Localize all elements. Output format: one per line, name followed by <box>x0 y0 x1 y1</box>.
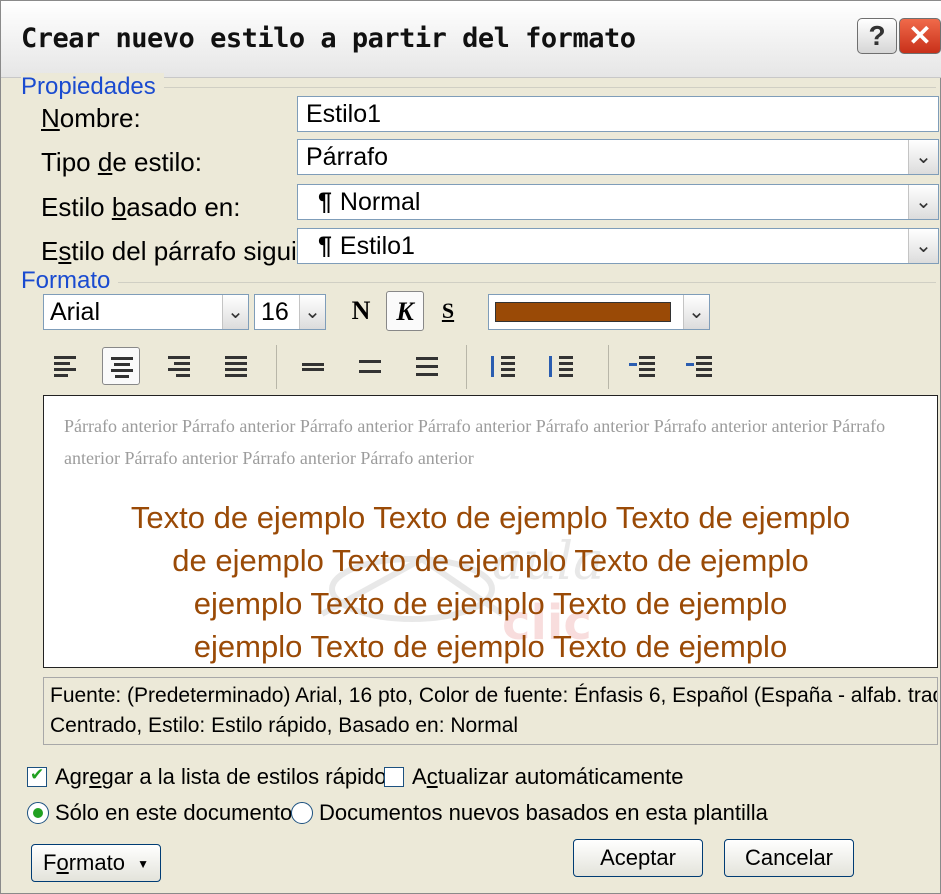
toolbar-separator <box>276 345 277 389</box>
style-type-label: Tipo de estilo: <box>41 147 202 177</box>
add-quick-styles-label[interactable]: Agregar a la lista de estilos rápidos <box>55 764 397 790</box>
one-half-spacing-icon[interactable] <box>351 347 389 385</box>
align-left-icon[interactable] <box>46 347 84 385</box>
window-title: Crear nuevo estilo a partir del formato <box>21 23 636 54</box>
justify-icon[interactable] <box>217 347 255 385</box>
toolbar-separator <box>608 345 609 389</box>
space-before-decrease-icon[interactable] <box>543 347 581 385</box>
align-right-icon[interactable] <box>160 347 198 385</box>
space-before-increase-icon[interactable] <box>485 347 523 385</box>
based-on-label: Estilo basado en: <box>41 192 241 222</box>
font-color-swatch <box>495 302 671 322</box>
format-group-label: Formato <box>21 267 119 295</box>
add-quick-styles-checkbox[interactable] <box>27 765 47 787</box>
font-color-select[interactable]: ⌄ <box>488 294 710 330</box>
chevron-down-icon[interactable]: ⌄ <box>222 295 248 329</box>
style-type-select[interactable]: Párrafo ⌄ <box>297 139 939 175</box>
format-divider <box>21 282 936 283</box>
properties-group-label: Propiedades <box>21 73 164 101</box>
dropdown-arrow-icon: ▼ <box>137 857 149 872</box>
font-size-select[interactable]: 16 ⌄ <box>254 294 326 330</box>
paragraph-mark-icon: ¶ <box>318 188 332 216</box>
sample-line: ejemplo Texto de ejemplo Texto de ejempl… <box>193 586 788 621</box>
chevron-down-icon[interactable]: ⌄ <box>908 185 938 219</box>
italic-button[interactable]: K <box>386 291 424 331</box>
sample-line: Texto de ejemplo Texto de ejemplo Texto … <box>130 500 851 535</box>
sample-line: de ejemplo Texto de ejemplo Texto de eje… <box>172 543 809 578</box>
based-on-select[interactable]: ¶ Normal ⌄ <box>297 184 939 220</box>
only-this-document-label[interactable]: Sólo en este documento <box>55 800 292 826</box>
font-size-value: 16 <box>261 298 289 326</box>
description-line: Centrado, Estilo: Estilo rápido, Basado … <box>50 714 519 737</box>
sample-text: Texto de ejemplo Texto de ejemplo Texto … <box>44 496 937 667</box>
format-menu-button[interactable]: Formato ▼ <box>31 844 161 882</box>
close-button[interactable]: ✕ <box>899 18 941 54</box>
toolbar-separator <box>466 345 467 389</box>
only-this-document-radio[interactable] <box>27 802 49 824</box>
underline-button[interactable]: S <box>429 291 467 331</box>
single-spacing-icon[interactable] <box>294 347 332 385</box>
title-bar[interactable]: Crear nuevo estilo a partir del formato … <box>1 1 941 78</box>
font-value: Arial <box>50 298 101 326</box>
decrease-indent-icon[interactable] <box>625 347 663 385</box>
align-center-icon[interactable] <box>102 347 140 385</box>
style-description: Fuente: (Predeterminado) Arial, 16 pto, … <box>43 677 938 745</box>
chevron-down-icon[interactable]: ⌄ <box>683 295 709 329</box>
next-style-value: Estilo1 <box>339 232 415 260</box>
cancel-button[interactable]: Cancelar <box>724 839 854 877</box>
bold-button[interactable]: N <box>342 291 380 331</box>
accept-button[interactable]: Aceptar <box>573 839 703 877</box>
description-line: Fuente: (Predeterminado) Arial, 16 pto, … <box>50 684 938 707</box>
next-style-select[interactable]: ¶ Estilo1 ⌄ <box>297 228 939 264</box>
chevron-down-icon[interactable]: ⌄ <box>299 295 325 329</box>
style-preview: Párrafo anterior Párrafo anterior Párraf… <box>43 395 938 668</box>
new-documents-template-label[interactable]: Documentos nuevos basados en esta planti… <box>319 800 768 826</box>
paragraph-mark-icon: ¶ <box>318 232 332 260</box>
auto-update-label[interactable]: Actualizar automáticamente <box>412 764 683 790</box>
font-select[interactable]: Arial ⌄ <box>43 294 249 330</box>
chevron-down-icon[interactable]: ⌄ <box>908 229 938 263</box>
create-style-dialog: Crear nuevo estilo a partir del formato … <box>0 0 941 894</box>
new-documents-template-radio[interactable] <box>291 802 313 824</box>
increase-indent-icon[interactable] <box>682 347 720 385</box>
sample-line: ejemplo Texto de ejemplo Texto de ejempl… <box>193 629 788 664</box>
style-type-value: Párrafo <box>306 143 388 171</box>
chevron-down-icon[interactable]: ⌄ <box>908 140 938 174</box>
help-button[interactable]: ? <box>857 18 897 54</box>
double-spacing-icon[interactable] <box>408 347 446 385</box>
previous-paragraph-text: Párrafo anterior Párrafo anterior Párraf… <box>64 416 886 468</box>
format-button-label: Formato <box>43 850 125 875</box>
based-on-value: Normal <box>339 188 421 216</box>
auto-update-checkbox[interactable] <box>384 767 404 787</box>
name-label: Nombre: <box>41 103 141 133</box>
name-input[interactable]: Estilo1 <box>297 96 939 132</box>
